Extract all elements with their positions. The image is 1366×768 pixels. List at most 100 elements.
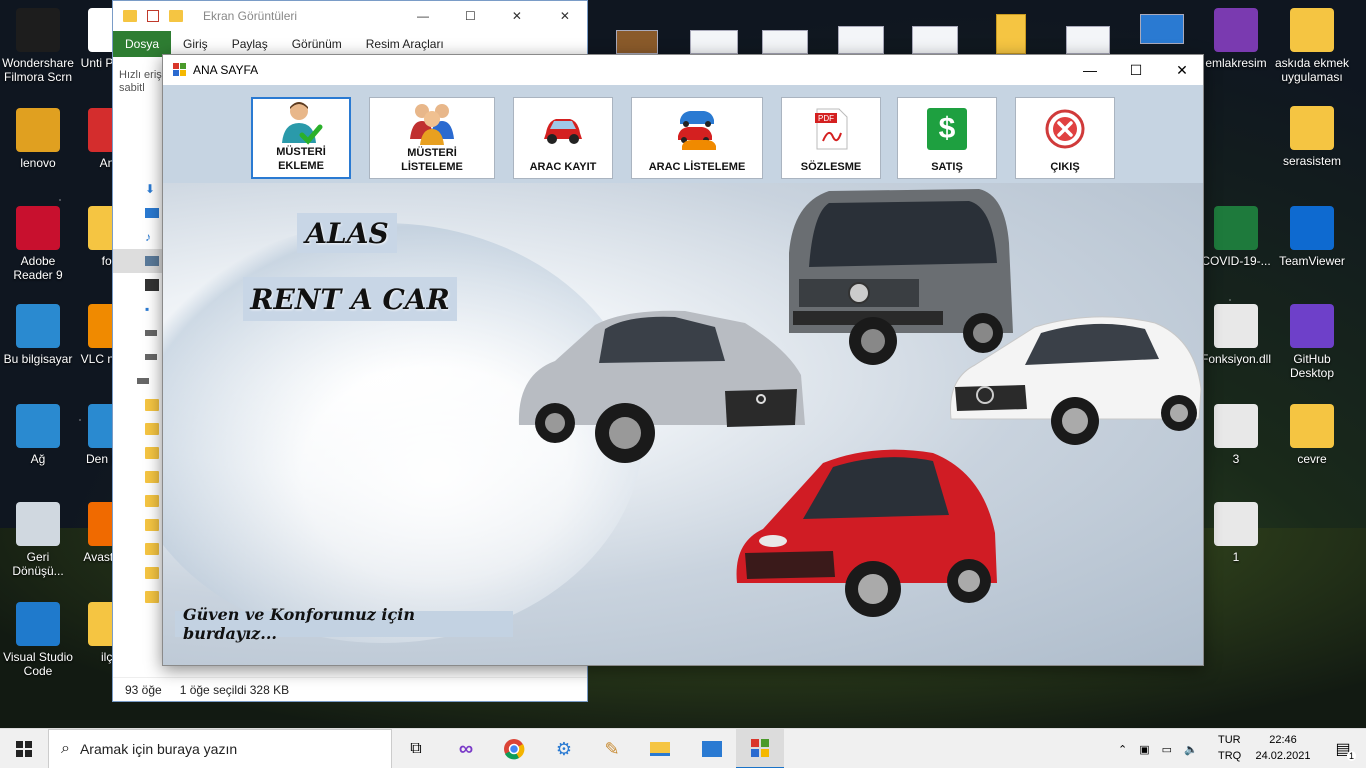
title-bar[interactable]: ANA SAYFA — ☐ ✕ [163, 55, 1203, 85]
desktop-icon-right-1[interactable]: askıda ekmek uygulaması [1274, 8, 1350, 84]
taskbar-photos[interactable] [688, 729, 736, 768]
tab-gorunum[interactable]: Görünüm [280, 31, 354, 57]
vscode-icon [16, 602, 60, 646]
desktop-thumbnail[interactable] [762, 30, 808, 54]
tab-dosya[interactable]: Dosya [113, 30, 172, 57]
taskbar-file-explorer[interactable] [636, 729, 684, 768]
close-icon[interactable]: ✕ [512, 9, 522, 23]
maximize-icon[interactable]: ☐ [465, 9, 476, 23]
desktop-icon-left-6[interactable]: Visual Studio Code [0, 602, 76, 678]
desktop-thumbnail[interactable] [996, 14, 1026, 54]
search-box[interactable]: ⌕ Aramak için buraya yazın [48, 729, 392, 768]
nav-item[interactable] [113, 321, 163, 345]
maximize-icon: ☐ [1129, 61, 1143, 78]
folder-icon [123, 10, 137, 22]
clock[interactable]: 22:46 24.02.2021 [1248, 732, 1318, 764]
desktop-icon-right-5[interactable]: Fonksiyon.dll [1198, 304, 1274, 366]
desktop-icon-right-2[interactable]: serasistem [1274, 106, 1350, 168]
taskbar-visual-studio[interactable]: ∞ [442, 729, 490, 768]
desktop-thumbnail[interactable] [912, 26, 958, 54]
nav-item[interactable] [113, 249, 163, 273]
sozlesme-button[interactable]: PDF SÖZLESME [781, 97, 881, 179]
desktop-icon-right-4[interactable]: TeamViewer [1274, 206, 1350, 268]
taskbar-rentacar-app[interactable] [736, 729, 784, 768]
nav-item[interactable]: ⬇ [113, 177, 163, 201]
musteri-ekleme-button[interactable]: MÜSTERİ EKLEME [251, 97, 351, 179]
app-icon [1290, 206, 1334, 250]
nav-item[interactable]: ♪ [113, 225, 163, 249]
tab-resim-araclari[interactable]: Resim Araçları [354, 31, 456, 57]
app-icon [1214, 8, 1258, 52]
desktop-icon-label: 1 [1232, 550, 1240, 564]
desktop-icon-left-1[interactable]: lenovo [0, 108, 76, 170]
desktop-icon-left-4[interactable]: Ağ [0, 404, 76, 466]
desktop-icon-right-6[interactable]: GitHub Desktop [1274, 304, 1350, 380]
checkbox-icon[interactable] [147, 10, 159, 22]
nav-item[interactable] [113, 561, 163, 585]
desktop-icon-right-7[interactable]: 3 [1198, 404, 1274, 466]
desktop-icon-right-9[interactable]: 1 [1198, 502, 1274, 564]
close-icon[interactable]: ✕ [560, 9, 570, 23]
nav-item[interactable] [113, 513, 163, 537]
nav-item[interactable] [113, 585, 163, 609]
tab-paylas[interactable]: Paylaş [220, 31, 280, 57]
arac-kayit-button[interactable]: ARAC KAYIT [513, 97, 613, 179]
notification-count: 1 [1346, 751, 1356, 761]
nav-item[interactable] [113, 537, 163, 561]
nav-item[interactable] [113, 393, 163, 417]
arac-listeleme-button[interactable]: ARAC LİSTELEME [631, 97, 763, 179]
desktop-icon-left-5[interactable]: Geri Dönüşü... [0, 502, 76, 578]
tab-giris[interactable]: Giriş [171, 31, 220, 57]
nav-item[interactable] [113, 273, 163, 297]
device-icon[interactable]: ▣ [1139, 743, 1149, 756]
desktop-icon-left-2[interactable]: Adobe Reader 9 [0, 206, 76, 282]
cikis-button[interactable]: ÇIKIŞ [1015, 97, 1115, 179]
nav-item[interactable] [113, 369, 163, 393]
desktop-icon-right-3[interactable]: COVID-19-... [1198, 206, 1274, 268]
desktop-icon-right-0[interactable]: emlakresim [1198, 8, 1274, 70]
search-icon: ⌕ [61, 740, 70, 757]
network-tool-icon: ⚙ [555, 738, 573, 759]
language-indicator[interactable]: TUR TRQ [1218, 732, 1241, 764]
network-icon [16, 404, 60, 448]
nav-item[interactable] [113, 345, 163, 369]
maximize-button[interactable]: ☐ [1113, 55, 1159, 85]
start-button[interactable] [0, 729, 48, 768]
main-toolbar: MÜSTERİ EKLEME MÜSTERİ LİSTELEME ARAC KA… [163, 85, 1203, 183]
desktop-thumbnail[interactable] [616, 30, 658, 54]
task-view-button[interactable]: ⧉ [392, 729, 440, 768]
nav-item[interactable] [113, 465, 163, 489]
chevron-up-icon[interactable]: ⌃ [1118, 743, 1127, 756]
button-label: SÖZLESME [800, 161, 862, 173]
desktop-icon-left-0[interactable]: Wondershare Filmora Scrn [0, 8, 76, 84]
nav-item[interactable] [113, 201, 163, 225]
satis-button[interactable]: $ SATIŞ [897, 97, 997, 179]
nav-item[interactable] [113, 417, 163, 441]
folder-icon [169, 10, 183, 22]
notification-button[interactable]: ▤ 1 [1330, 737, 1356, 761]
volume-icon[interactable]: 🔈 [1184, 743, 1198, 756]
ana-sayfa-window[interactable]: ANA SAYFA — ☐ ✕ MÜSTERİ EKLEME MÜSTERİ L… [162, 54, 1204, 666]
taskbar-paint[interactable]: ✎ [588, 729, 636, 768]
taskbar-app[interactable]: ⚙ [540, 729, 588, 768]
minimize-icon: — [1083, 62, 1097, 78]
desktop-thumbnail[interactable] [1066, 26, 1110, 54]
nav-item[interactable]: ▪ [113, 297, 163, 321]
nav-item[interactable] [113, 441, 163, 465]
desktop-icon-right-8[interactable]: cevre [1274, 404, 1350, 466]
close-button[interactable]: ✕ [1159, 55, 1205, 85]
explorer-title: Ekran Görüntüleri [203, 9, 298, 23]
musteri-listeleme-button[interactable]: MÜSTERİ LİSTELEME [369, 97, 495, 179]
desktop-thumbnail[interactable] [690, 30, 738, 54]
minimize-icon[interactable]: — [417, 9, 429, 23]
network-icon[interactable]: ▭ [1162, 743, 1172, 756]
minimize-button[interactable]: — [1067, 55, 1113, 85]
desktop-icon-left-3[interactable]: Bu bilgisayar [0, 304, 76, 366]
chrome-icon [504, 739, 525, 760]
nav-item[interactable] [113, 489, 163, 513]
taskbar-chrome[interactable] [490, 729, 538, 768]
task-view-icon: ⧉ [410, 740, 422, 757]
app-icon [1290, 304, 1334, 348]
desktop-thumbnail[interactable] [1140, 14, 1184, 44]
desktop-thumbnail[interactable] [838, 26, 884, 54]
